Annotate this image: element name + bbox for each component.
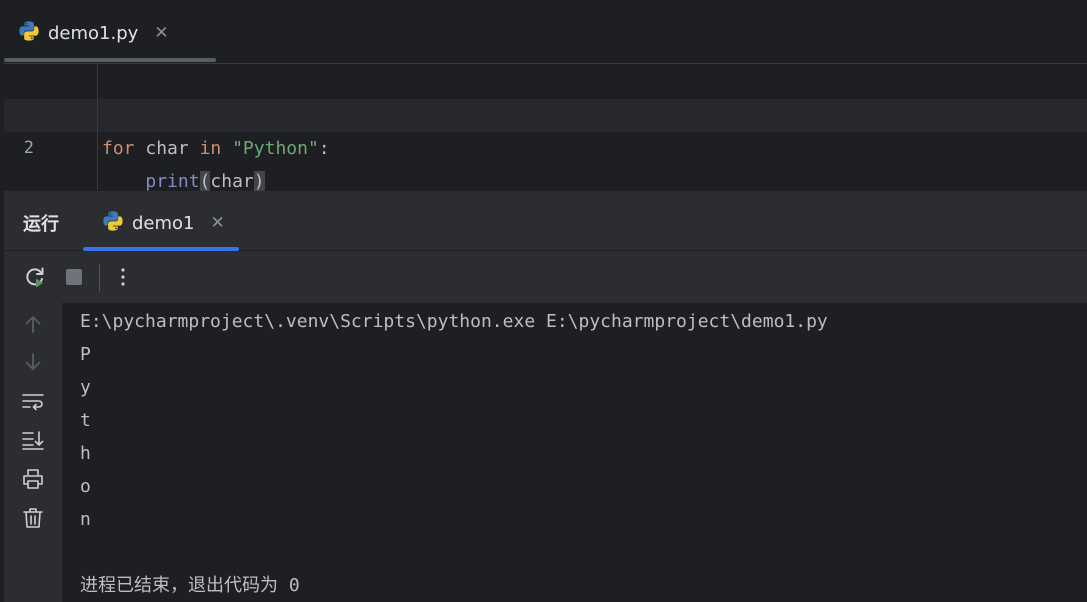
more-icon[interactable]: [111, 265, 135, 289]
console-output[interactable]: E:\pycharmproject\.venv\Scripts\python.e…: [62, 303, 1087, 602]
identifier: char: [145, 138, 189, 159]
keyword: in: [199, 138, 222, 159]
indent-guide: [97, 64, 98, 190]
console-output-line: t: [80, 410, 91, 431]
console-output-line: h: [80, 443, 91, 464]
close-icon[interactable]: ✕: [154, 24, 168, 42]
code-editor[interactable]: 1 for char in "Python": 2 print(char): [4, 64, 1087, 192]
close-icon[interactable]: ✕: [211, 214, 225, 232]
paren-highlight: (: [199, 171, 211, 192]
code-line[interactable]: 1 for char in "Python":: [4, 66, 1087, 159]
console-output-line: o: [80, 476, 91, 497]
arrow-down-icon[interactable]: [21, 350, 45, 374]
toolbar-separator: [99, 264, 100, 292]
punctuation: :: [318, 138, 330, 159]
run-toolbar: [4, 251, 1087, 303]
line-number: 2: [23, 138, 34, 158]
editor-tab-label: demo1.py: [48, 22, 139, 44]
run-tab-label: demo1: [132, 212, 195, 234]
process-exit-message: 进程已结束，退出代码为 0: [80, 575, 300, 596]
editor-tab-bar: demo1.py ✕: [4, 0, 1087, 64]
identifier: char: [210, 171, 254, 192]
console-side-toolbar: [4, 303, 62, 602]
print-icon[interactable]: [21, 467, 45, 491]
active-tab-indicator: [4, 58, 216, 62]
python-icon: [18, 20, 40, 46]
run-header: 运行 demo1 ✕: [4, 191, 1087, 251]
string-literal: "Python": [232, 138, 319, 159]
console-output-line: y: [80, 377, 91, 398]
stop-icon[interactable]: [62, 265, 86, 289]
console-command: E:\pycharmproject\.venv\Scripts\python.e…: [80, 311, 828, 332]
scroll-to-end-icon[interactable]: [21, 428, 45, 452]
console-output-line: P: [80, 344, 91, 365]
run-title: 运行: [23, 214, 59, 235]
editor-tab-demo1-py[interactable]: demo1.py ✕: [18, 17, 169, 49]
console-output-line: n: [80, 509, 91, 530]
keyword: for: [102, 138, 135, 159]
code-line-current[interactable]: 2 print(char): [4, 99, 1087, 192]
arrow-up-icon[interactable]: [21, 312, 45, 336]
soft-wrap-icon[interactable]: [21, 389, 45, 413]
builtin-function: print: [145, 171, 200, 192]
run-tab-demo1[interactable]: demo1 ✕: [102, 207, 225, 239]
paren-highlight: ): [253, 171, 265, 192]
rerun-icon[interactable]: [23, 265, 47, 289]
run-tool-window: 运行 demo1 ✕ E:\pycharmproject\.venv\Scrip…: [4, 191, 1087, 602]
python-icon: [102, 210, 124, 236]
trash-icon[interactable]: [21, 506, 45, 530]
code-text: for char in "Python":: [102, 132, 330, 165]
